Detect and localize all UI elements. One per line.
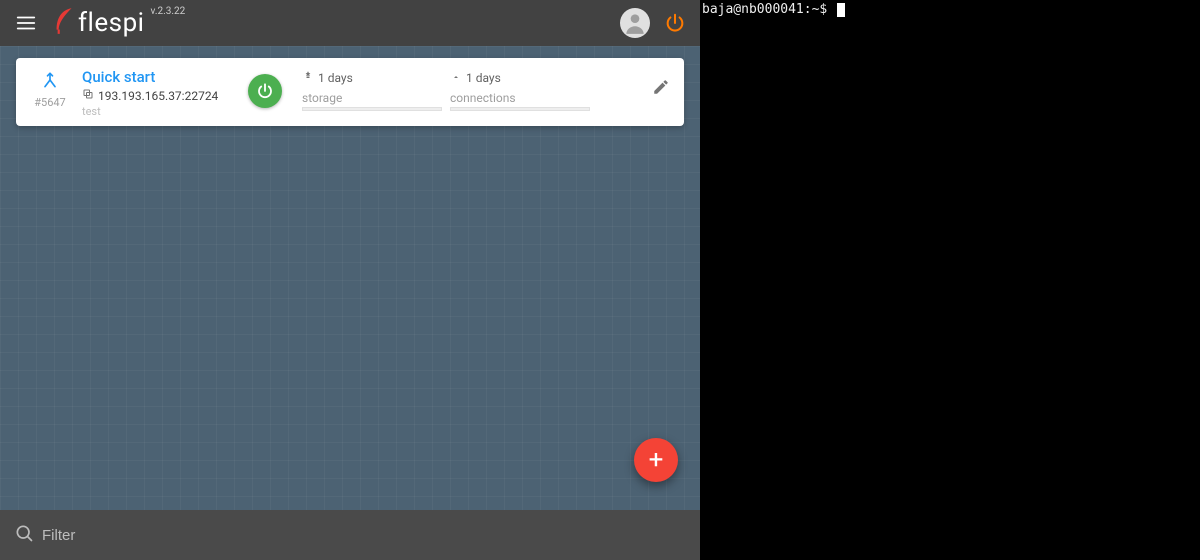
card-address-row: 193.193.165.37:22724 (82, 88, 232, 103)
pin-icon (302, 70, 314, 85)
metric-connections-value: 1 days (466, 71, 501, 85)
edit-button[interactable] (652, 78, 670, 100)
hamburger-icon (15, 12, 37, 34)
channel-card[interactable]: #5647 Quick start 193.193.165.37:22724 t… (16, 58, 684, 126)
channel-type-icon (40, 70, 60, 94)
filter-row (14, 523, 686, 547)
brand: flespi (50, 6, 145, 40)
brand-feather-icon (50, 6, 76, 40)
metric-connections-label: connections (450, 91, 590, 105)
bottombar (0, 510, 700, 560)
metric-storage-value: 1 days (318, 71, 353, 85)
terminal-prompt: baja@nb000041:~$ (702, 2, 835, 17)
card-main: Quick start 193.193.165.37:22724 test (82, 68, 232, 118)
workspace: #5647 Quick start 193.193.165.37:22724 t… (0, 46, 700, 510)
app-pane: flespi v.2.3.22 #5647 Quick start (0, 0, 700, 560)
search-icon (14, 523, 34, 547)
terminal-pane[interactable]: baja@nb000041:~$ (700, 0, 1200, 560)
filter-input[interactable] (42, 527, 686, 544)
pin-icon (450, 70, 462, 85)
card-id: #5647 (34, 96, 66, 109)
plus-icon: + (649, 447, 664, 473)
user-icon (622, 10, 648, 36)
metric-storage-bar (302, 107, 442, 111)
topbar: flespi v.2.3.22 (0, 0, 700, 46)
card-subtext: test (82, 105, 232, 118)
user-avatar[interactable] (620, 8, 650, 38)
logout-button[interactable] (660, 8, 690, 38)
brand-name: flespi (78, 8, 145, 38)
metric-storage: 1 days storage (302, 70, 442, 111)
card-left: #5647 (26, 68, 74, 109)
menu-button[interactable] (6, 3, 46, 43)
metric-connections: 1 days connections (450, 70, 590, 111)
card-title[interactable]: Quick start (82, 68, 232, 86)
pencil-icon (652, 78, 670, 96)
metric-storage-label: storage (302, 91, 442, 105)
terminal-cursor (837, 3, 845, 17)
app-version: v.2.3.22 (151, 6, 186, 17)
add-fab[interactable]: + (634, 438, 678, 482)
card-address: 193.193.165.37:22724 (98, 89, 218, 103)
terminal-line: baja@nb000041:~$ (702, 2, 1198, 17)
power-icon (256, 82, 274, 100)
metric-connections-bar (450, 107, 590, 111)
copy-icon[interactable] (82, 88, 94, 103)
power-status-button[interactable] (248, 74, 282, 108)
power-icon (664, 12, 686, 34)
